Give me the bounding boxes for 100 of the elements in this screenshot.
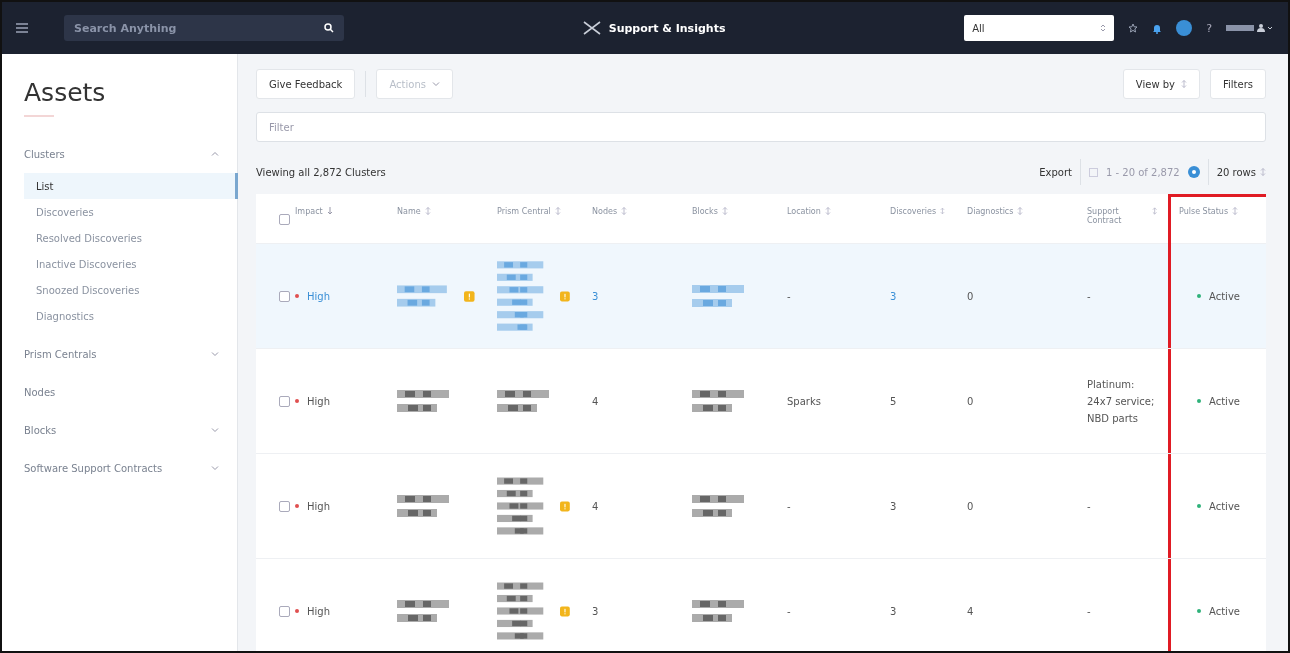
table-cell-text: Active [1209,394,1240,409]
chevron-icon[interactable] [211,464,219,472]
row-checkbox[interactable] [279,605,290,617]
table-cell-text: Active [1209,289,1240,304]
column-header[interactable]: Diagnostics [956,194,1076,244]
bell-icon[interactable] [1152,22,1163,34]
table-cell-text: 4 [592,499,599,514]
user-menu-drawing[interactable] [1226,23,1274,33]
sidebar-item[interactable]: Resolved Discoveries [24,225,238,251]
feedback-button[interactable]: Give Feedback [256,69,356,99]
sidebar-item[interactable]: Snoozed Discoveries [24,277,238,303]
table-cell-text: 4 [967,604,974,619]
column-header[interactable]: Discoveries [879,194,956,244]
sidebar-item[interactable]: Inactive Discoveries [24,251,238,277]
table-row[interactable]: High 3 - 3 0 - Active [256,244,1266,349]
sidebar-group[interactable]: Nodes [24,373,237,411]
checkbox-icon[interactable] [1089,167,1098,177]
table-cell-text: - [1087,289,1091,304]
sort-icon[interactable] [721,207,728,215]
impact-dot [295,609,299,613]
sort-icon[interactable] [1232,207,1239,215]
sort-icon[interactable] [940,207,945,215]
view-by-dropdown[interactable]: View by [1122,69,1200,99]
sort-down-icon[interactable] [326,207,333,215]
table-cell-text: 3 [592,289,599,304]
table-row[interactable]: High 4 - 3 0 - Active [256,454,1266,559]
status-dot [1197,504,1202,508]
table-cell-text: 5 [890,394,897,409]
column-header[interactable]: Impact [284,194,386,244]
page-range: 1 - 20 of 2,872 [1106,166,1180,178]
table-cell-text: High [307,289,330,304]
impact-dot [295,399,299,403]
sidebar-group[interactable]: Software Support Contracts [24,449,237,487]
chevron-icon[interactable] [211,150,219,158]
star-icon[interactable] [1128,23,1139,33]
logo-icon [582,21,601,35]
table-cell-text: 3 [592,604,599,619]
table-cell-text: - [787,604,791,619]
rows-dropdown[interactable]: 20 rows [1216,166,1266,178]
sort-icon[interactable] [424,207,431,215]
status-dot [1197,609,1202,613]
sidebar-group[interactable]: Blocks [24,411,237,449]
table-cell-text: Platinum: 24x7 service; NBD parts [1087,377,1156,426]
column-header[interactable]: Name [386,194,486,244]
table-cell-text: High [307,394,330,409]
sort-icon[interactable] [621,207,628,215]
status-dot [1197,294,1202,298]
info-icon[interactable] [1187,166,1200,178]
sort-icon[interactable] [554,207,561,215]
row-checkbox[interactable] [279,290,290,302]
column-header[interactable]: Nodes [581,194,681,244]
column-header[interactable]: Prism Central [486,194,581,244]
warning-icon [560,290,570,302]
table-cell-text: Sparks [787,394,821,409]
table-cell-text: 0 [967,394,974,409]
sidebar-title: Assets [24,78,107,107]
sidebar-group[interactable]: Clusters [24,135,237,173]
sidebar-item[interactable]: List [24,173,238,199]
column-header[interactable]: Support Contract [1076,194,1168,244]
warning-icon [560,500,570,512]
sort-icon[interactable] [1260,168,1266,176]
help-link[interactable]: ? [1206,21,1212,35]
summary-text: Viewing all 2,872 Clusters [256,166,386,178]
menu-icon[interactable] [16,23,28,33]
table-cell-text: - [1087,604,1091,619]
column-header[interactable]: Location [776,194,879,244]
table-cell-text: 3 [890,499,897,514]
impact-dot [295,504,299,508]
sort-icon[interactable] [824,207,831,215]
filter-field[interactable]: Filter [256,112,1266,142]
sidebar-item[interactable]: Diagnostics [24,303,238,329]
select-all-checkbox[interactable] [279,213,290,225]
table-cell-text: - [787,499,791,514]
filters-button[interactable]: Filters [1210,69,1266,99]
chevron-icon[interactable] [211,350,219,358]
search-field[interactable]: Search Anything [64,15,344,41]
table-cell-text: High [307,499,330,514]
chevron-icon[interactable] [211,426,219,434]
avatar-icon[interactable] [1176,20,1193,36]
table-cell-text: High [307,604,330,619]
row-checkbox[interactable] [279,395,290,407]
sort-icon[interactable] [1181,80,1187,88]
sidebar-group[interactable]: Prism Centrals [24,335,237,373]
table-cell-text: Active [1209,499,1240,514]
column-header[interactable]: Blocks [681,194,776,244]
table-cell-text: 3 [890,604,897,619]
sort-icon[interactable] [1151,207,1157,215]
sort-icon[interactable] [1017,207,1024,215]
app-title: Support & Insights [608,21,726,35]
table-cell-text: - [1087,499,1091,514]
table-cell-text: 0 [967,289,974,304]
status-dot [1197,399,1202,403]
caret-icon [1100,24,1107,32]
export-button[interactable]: Export [1039,166,1072,178]
scope-select[interactable]: All [964,15,1115,41]
table-row[interactable]: High 4 Sparks 5 0 Platinum: 24x7 service; NBD parts Active [256,349,1266,454]
table-cell-text: 0 [967,499,974,514]
sidebar-item[interactable]: Discoveries [24,199,238,225]
search-icon[interactable] [324,23,334,33]
row-checkbox[interactable] [279,500,290,512]
